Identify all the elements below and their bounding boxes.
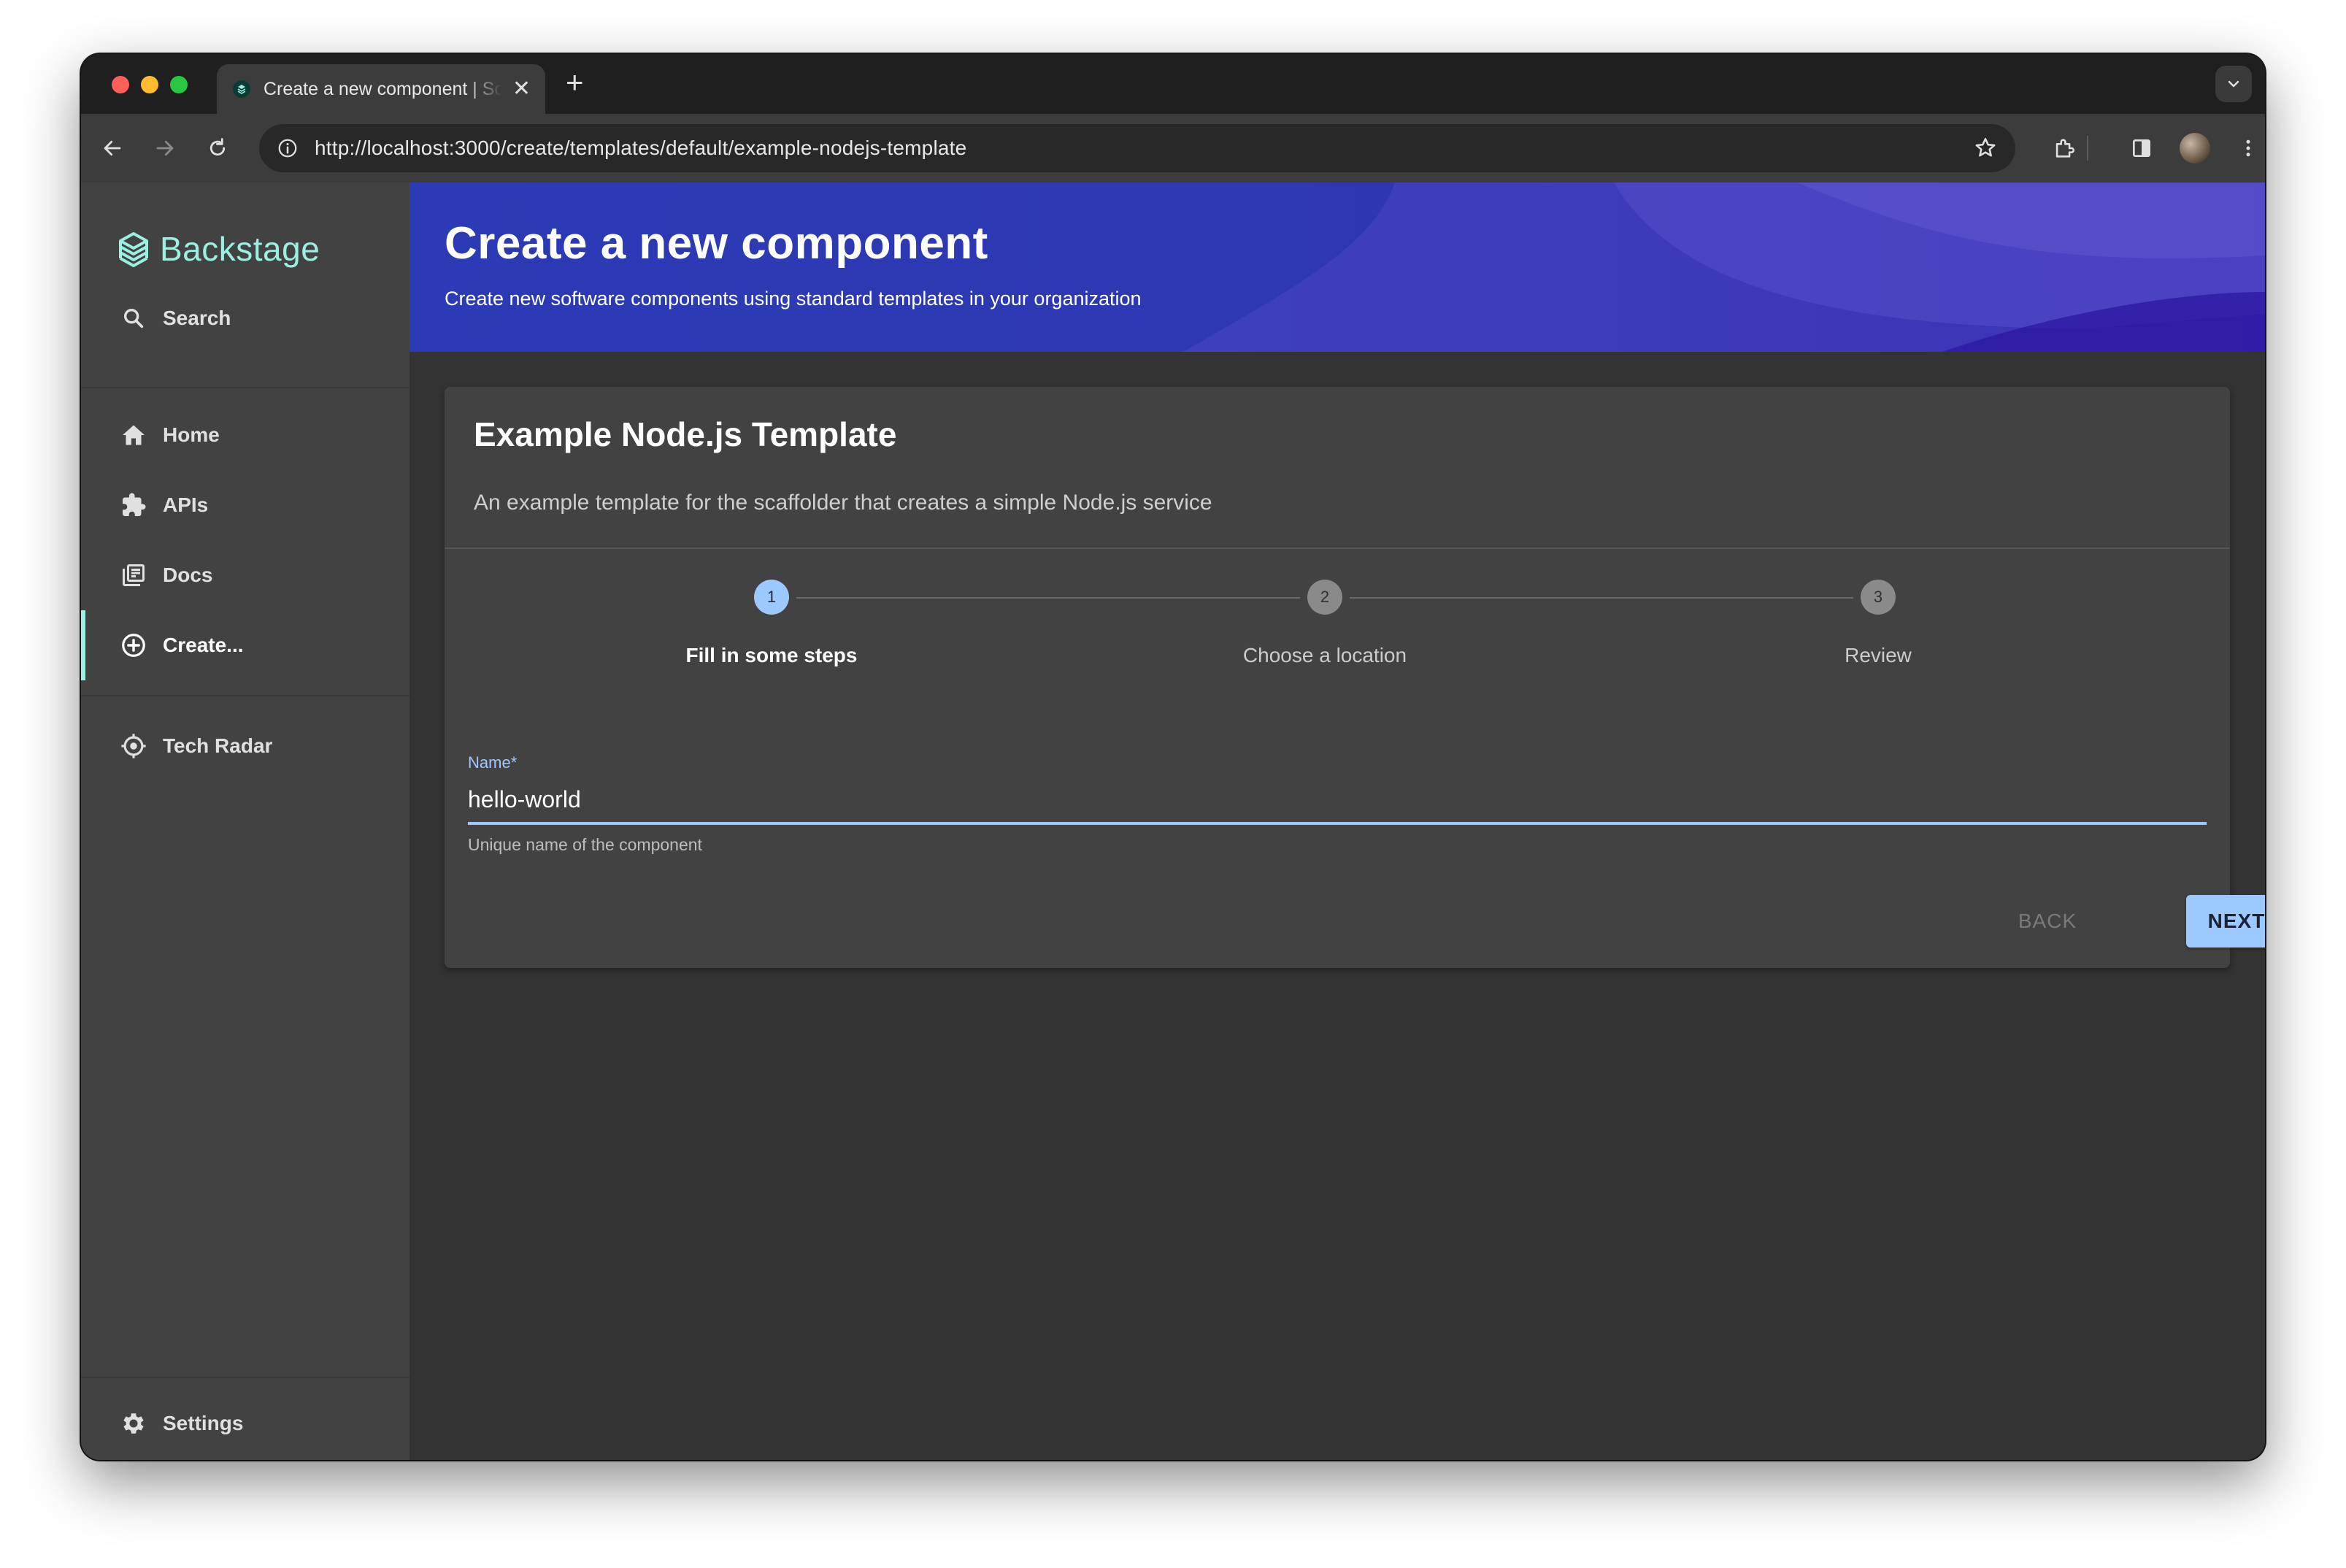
name-input-underline	[468, 822, 2207, 825]
close-window-button[interactable]	[112, 76, 129, 93]
url-text: http://localhost:3000/create/templates/d…	[315, 137, 967, 159]
gear-icon	[119, 1409, 148, 1438]
sidebar-item-apis[interactable]: APIs	[81, 470, 409, 540]
address-bar[interactable]: http://localhost:3000/create/templates/d…	[259, 124, 2015, 172]
extensions-puzzle-icon[interactable]	[2047, 131, 2081, 165]
bookmark-star-icon[interactable]	[1972, 134, 1999, 162]
sidebar-item-label: APIs	[163, 493, 209, 516]
logo-text: Backstage	[160, 230, 320, 268]
sidebar-item-label: Settings	[163, 1412, 244, 1434]
step-3-circle[interactable]: 3	[1861, 580, 1896, 615]
browser-window: Create a new component | Scaffolder | Ba…	[81, 54, 2265, 1460]
radar-target-icon	[119, 731, 148, 761]
step-1-label[interactable]: Fill in some steps	[626, 644, 918, 667]
sidebar-item-tech-radar[interactable]: Tech Radar	[81, 711, 409, 781]
forward-arrow-icon[interactable]	[148, 131, 182, 165]
next-button[interactable]: NEXT	[2186, 895, 2265, 948]
maximize-window-button[interactable]	[170, 76, 188, 93]
template-card: Example Node.js Template An example temp…	[445, 387, 2265, 968]
browser-tab[interactable]: Create a new component | Scaffolder | Ba…	[217, 64, 545, 114]
page-subtitle: Create new software components using sta…	[445, 288, 1142, 310]
sidebar-item-label: Home	[163, 423, 220, 446]
sidebar-item-docs[interactable]: Docs	[81, 540, 409, 610]
profile-avatar[interactable]	[2180, 133, 2210, 164]
sidebar-item-settings[interactable]: Settings	[81, 1388, 409, 1459]
sidebar-divider	[81, 695, 409, 696]
library-books-icon	[119, 561, 148, 590]
step-2-label[interactable]: Choose a location	[1179, 644, 1471, 667]
sidebar-item-home[interactable]: Home	[81, 400, 409, 470]
template-title: Example Node.js Template	[474, 415, 897, 453]
sidebar-item-search[interactable]: Search	[81, 283, 409, 353]
name-input[interactable]	[468, 781, 2207, 818]
search-icon	[119, 304, 148, 333]
more-vertical-icon[interactable]	[2231, 131, 2265, 165]
toolbar-divider	[2087, 136, 2088, 161]
browser-toolbar: http://localhost:3000/create/templates/d…	[81, 114, 2265, 182]
name-helper-text: Unique name of the component	[468, 835, 702, 854]
template-description: An example template for the scaffolder t…	[474, 491, 1212, 515]
card-divider	[445, 547, 2230, 549]
page-title: Create a new component	[445, 218, 988, 269]
tab-title: Create a new component | Scaffolder | Ba…	[264, 78, 502, 99]
back-button[interactable]: BACK	[1999, 895, 2096, 948]
step-connector	[1350, 597, 1853, 599]
chevron-down-icon	[2228, 80, 2239, 88]
step-2-circle[interactable]: 2	[1307, 580, 1342, 615]
reload-icon[interactable]	[201, 131, 234, 165]
sidebar-divider	[81, 387, 409, 388]
backstage-logo[interactable]: Backstage	[116, 228, 320, 270]
name-label-text: Name	[468, 753, 511, 772]
sidebar: Backstage Search Home APIs Docs Create..…	[81, 182, 409, 1460]
site-info-icon[interactable]	[275, 136, 300, 161]
step-3-label[interactable]: Review	[1732, 644, 2024, 667]
home-icon	[119, 420, 148, 450]
step-1-circle[interactable]: 1	[754, 580, 789, 615]
backstage-app: Backstage Search Home APIs Docs Create..…	[81, 182, 2265, 1460]
backstage-logo-icon	[119, 232, 148, 267]
tab-search-button[interactable]	[2215, 66, 2252, 102]
step-connector	[796, 597, 1300, 599]
name-field-label: Name*	[468, 753, 517, 772]
sidebar-divider	[81, 1377, 409, 1378]
new-tab-icon[interactable]: +	[566, 67, 584, 98]
puzzle-icon	[119, 491, 148, 520]
add-circle-icon	[119, 631, 148, 660]
minimize-window-button[interactable]	[141, 76, 158, 93]
tab-strip: Create a new component | Scaffolder | Ba…	[81, 54, 2265, 114]
sidebar-item-label: Docs	[163, 564, 213, 586]
tab-close-icon[interactable]: ✕	[512, 78, 531, 100]
sidebar-item-label: Create...	[163, 634, 244, 656]
sidebar-item-label: Search	[163, 307, 231, 329]
side-panel-icon[interactable]	[2125, 131, 2158, 165]
sidebar-item-label: Tech Radar	[163, 734, 273, 757]
sidebar-item-create[interactable]: Create...	[81, 610, 409, 680]
page-header: Create a new component Create new softwa…	[409, 182, 2265, 352]
backstage-favicon-icon	[231, 79, 252, 99]
back-arrow-icon[interactable]	[96, 131, 129, 165]
required-mark: *	[510, 753, 518, 772]
